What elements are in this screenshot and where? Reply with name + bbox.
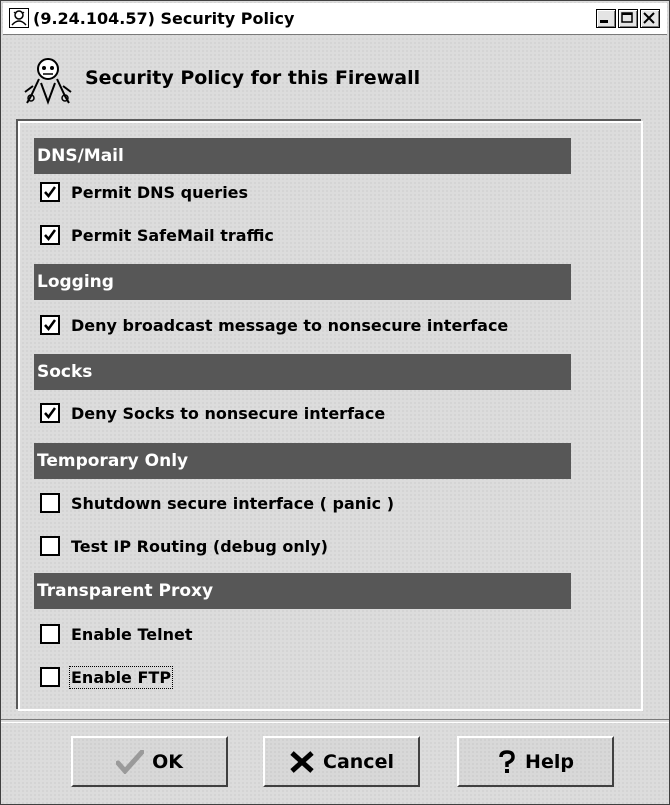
policy-options-panel: DNS/Mail Permit DNS queries Permit SafeM…: [18, 121, 643, 711]
option-label: Test IP Routing (debug only): [71, 536, 328, 556]
option-shutdown-secure-interface[interactable]: Shutdown secure interface ( panic ): [40, 490, 394, 516]
option-enable-ftp[interactable]: Enable FTP: [40, 664, 174, 690]
window-title: (9.24.104.57) Security Policy: [33, 9, 295, 28]
option-deny-broadcast-message[interactable]: Deny broadcast message to nonsecure inte…: [40, 312, 508, 338]
security-agent-icon: [21, 56, 75, 108]
help-button[interactable]: Help: [457, 736, 614, 787]
help-label: Help: [525, 750, 574, 773]
option-label: Permit DNS queries: [71, 182, 249, 202]
checkbox-enable-telnet[interactable]: [40, 624, 60, 644]
checkbox-enable-ftp[interactable]: [40, 667, 60, 687]
dialog-title: Security Policy for this Firewall: [85, 67, 421, 89]
option-label: Permit SafeMail traffic: [71, 225, 274, 245]
section-header-socks: Socks: [34, 354, 571, 390]
maximize-button[interactable]: [618, 9, 638, 28]
section-header-transparent-proxy: Transparent Proxy: [34, 573, 571, 609]
close-button[interactable]: [640, 9, 660, 28]
option-deny-socks[interactable]: Deny Socks to nonsecure interface: [40, 400, 385, 426]
x-icon: [289, 750, 315, 773]
minimize-button[interactable]: [596, 9, 616, 28]
option-enable-telnet[interactable]: Enable Telnet: [40, 621, 193, 647]
dialog-header: Security Policy for this Firewall: [1, 36, 669, 116]
checkbox-permit-dns-queries[interactable]: [40, 182, 60, 202]
option-permit-safemail-traffic[interactable]: Permit SafeMail traffic: [40, 222, 274, 248]
title-bar[interactable]: (9.24.104.57) Security Policy: [3, 3, 667, 35]
button-bar-divider: [1, 719, 669, 723]
cancel-label: Cancel: [323, 750, 394, 773]
checkbox-test-ip-routing[interactable]: [40, 536, 60, 556]
question-icon: [497, 749, 517, 774]
section-header-dns-mail: DNS/Mail: [34, 138, 571, 174]
option-label: Enable FTP: [68, 665, 174, 689]
option-permit-dns-queries[interactable]: Permit DNS queries: [40, 179, 248, 205]
ok-button[interactable]: OK: [71, 736, 228, 787]
app-logo-icon[interactable]: [9, 8, 29, 28]
option-label: Deny broadcast message to nonsecure inte…: [71, 315, 509, 335]
checkmark-icon: [116, 749, 145, 774]
checkbox-deny-socks[interactable]: [40, 403, 60, 423]
cancel-button[interactable]: Cancel: [263, 736, 420, 787]
section-header-temporary-only: Temporary Only: [34, 443, 571, 479]
section-header-logging: Logging: [34, 264, 571, 300]
checkbox-deny-broadcast-message[interactable]: [40, 315, 60, 335]
option-label: Enable Telnet: [71, 624, 193, 644]
checkbox-shutdown-secure-interface[interactable]: [40, 493, 60, 513]
option-label: Deny Socks to nonsecure interface: [71, 403, 386, 423]
ok-label: OK: [152, 750, 183, 773]
security-policy-window: (9.24.104.57) Security Policy Security P…: [0, 0, 670, 805]
option-test-ip-routing[interactable]: Test IP Routing (debug only): [40, 533, 328, 559]
checkbox-permit-safemail-traffic[interactable]: [40, 225, 60, 245]
option-label: Shutdown secure interface ( panic ): [71, 493, 395, 513]
